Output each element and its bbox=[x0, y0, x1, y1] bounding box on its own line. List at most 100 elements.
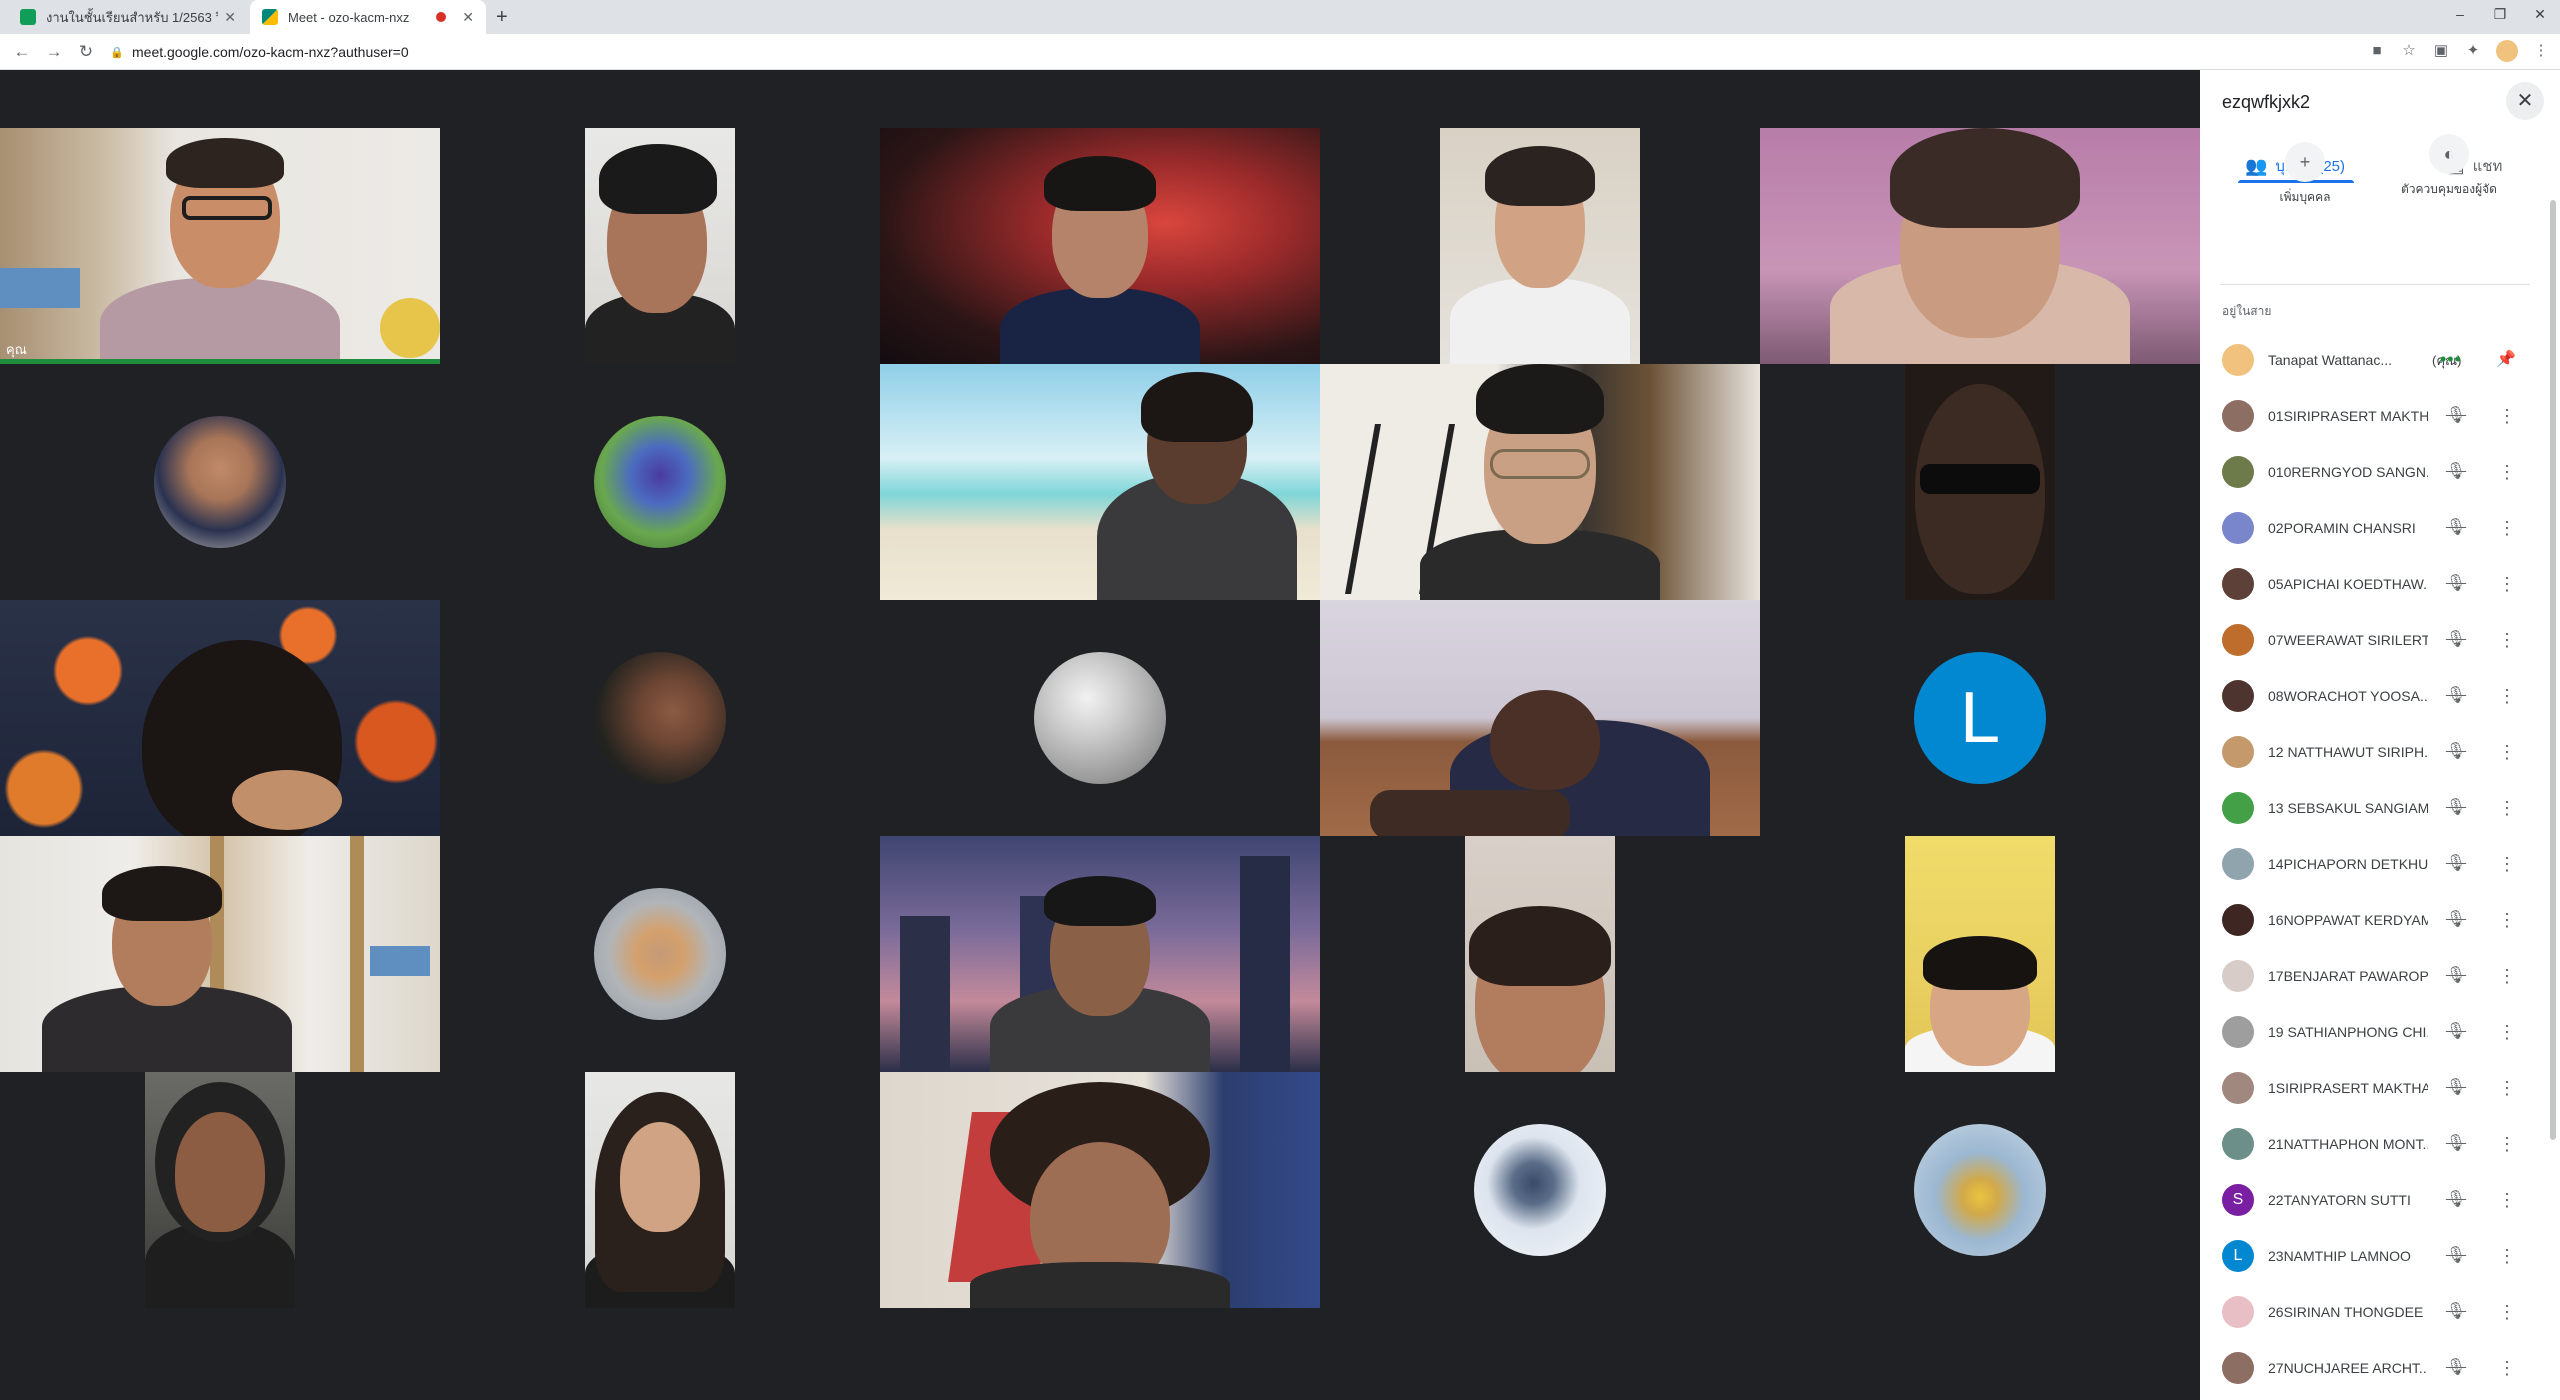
more-options-icon[interactable]: ⋮ bbox=[2496, 1301, 2518, 1323]
more-options-icon[interactable]: ⋮ bbox=[2496, 741, 2518, 763]
mic-muted-icon[interactable]: 🎙 bbox=[2445, 741, 2467, 763]
participant-tile[interactable] bbox=[1320, 1072, 1760, 1308]
mic-muted-icon[interactable]: 🎙 bbox=[2445, 1245, 2467, 1267]
participant-row[interactable]: 08WORACHOT YOOSA... 🎙 ⋮ bbox=[2200, 668, 2540, 724]
url-field[interactable]: 🔒 meet.google.com/ozo-kacm-nxz?authuser=… bbox=[110, 38, 2330, 66]
close-window-button[interactable]: ✕ bbox=[2520, 0, 2560, 28]
tab-close-icon[interactable]: ✕ bbox=[224, 9, 236, 26]
mic-muted-icon[interactable]: 🎙 bbox=[2445, 461, 2467, 483]
more-options-icon[interactable]: ⋮ bbox=[2496, 461, 2518, 483]
participant-tile[interactable] bbox=[1320, 364, 1760, 600]
participant-row[interactable]: 16NOPPAWAT KERDYAM 🎙 ⋮ bbox=[2200, 892, 2540, 948]
mic-muted-icon[interactable]: 🎙 bbox=[2445, 965, 2467, 987]
mic-muted-icon[interactable]: 🎙 bbox=[2445, 629, 2467, 651]
close-panel-button[interactable]: ✕ bbox=[2506, 82, 2544, 120]
extension-icon[interactable]: ▣ bbox=[2432, 40, 2450, 62]
new-tab-button[interactable]: + bbox=[496, 6, 508, 29]
participant-tile[interactable] bbox=[440, 1072, 880, 1308]
more-options-icon[interactable]: ⋮ bbox=[2496, 573, 2518, 595]
more-options-icon[interactable]: ⋮ bbox=[2496, 685, 2518, 707]
participant-tile[interactable] bbox=[440, 600, 880, 836]
participant-tile[interactable] bbox=[1760, 836, 2200, 1072]
participant-tile[interactable] bbox=[440, 836, 880, 1072]
mic-muted-icon[interactable]: 🎙 bbox=[2445, 1189, 2467, 1211]
participant-row[interactable]: 01SIRIPRASERT MAKTH... 🎙 ⋮ bbox=[2200, 388, 2540, 444]
more-options-icon[interactable]: ⋮ bbox=[2496, 1357, 2518, 1379]
participant-tile[interactable] bbox=[880, 364, 1320, 600]
back-icon[interactable]: ← bbox=[10, 40, 34, 64]
bookmark-star-icon[interactable]: ☆ bbox=[2400, 40, 2418, 62]
more-options-icon[interactable]: ⋮ bbox=[2496, 517, 2518, 539]
participant-row[interactable]: 010RERNGYOD SANGN... 🎙 ⋮ bbox=[2200, 444, 2540, 500]
mic-muted-icon[interactable]: 🎙 bbox=[2445, 1133, 2467, 1155]
mic-muted-icon[interactable]: 🎙 bbox=[2445, 685, 2467, 707]
participant-tile[interactable] bbox=[0, 364, 440, 600]
participant-tile[interactable] bbox=[880, 836, 1320, 1072]
browser-tab-classroom[interactable]: งานในชั้นเรียนสำหรับ 1/2563 วิชา 43 ✕ bbox=[8, 0, 248, 34]
participant-tile[interactable] bbox=[0, 600, 440, 836]
participant-row[interactable]: 27NUCHJAREE ARCHT... 🎙 ⋮ bbox=[2200, 1340, 2540, 1396]
participant-tile[interactable] bbox=[440, 128, 880, 364]
pin-icon[interactable]: 📌 bbox=[2496, 349, 2516, 369]
tab-close-icon[interactable]: ✕ bbox=[462, 9, 474, 26]
mic-muted-icon[interactable]: 🎙 bbox=[2445, 405, 2467, 427]
reload-icon[interactable]: ↻ bbox=[74, 40, 98, 64]
more-options-icon[interactable]: ⋮ bbox=[2496, 797, 2518, 819]
participant-row[interactable]: L 23NAMTHIP LAMNOO 🎙 ⋮ bbox=[2200, 1228, 2540, 1284]
mic-muted-icon[interactable]: 🎙 bbox=[2445, 1301, 2467, 1323]
more-options-icon[interactable]: ⋮ bbox=[2496, 1245, 2518, 1267]
participant-tile[interactable] bbox=[880, 600, 1320, 836]
more-options-icon[interactable]: ⋮ bbox=[2496, 965, 2518, 987]
mic-muted-icon[interactable]: 🎙 bbox=[2445, 853, 2467, 875]
more-options-icon[interactable]: ⋮ bbox=[2496, 909, 2518, 931]
camera-icon[interactable]: ■ bbox=[2368, 40, 2386, 62]
participant-tile[interactable] bbox=[1320, 836, 1760, 1072]
participant-tile[interactable] bbox=[440, 364, 880, 600]
mic-muted-icon[interactable]: 🎙 bbox=[2445, 1077, 2467, 1099]
puzzle-icon[interactable]: ✦ bbox=[2464, 40, 2482, 62]
mic-muted-icon[interactable]: 🎙 bbox=[2445, 573, 2467, 595]
more-options-icon[interactable]: ⋮ bbox=[2496, 853, 2518, 875]
forward-icon[interactable]: → bbox=[42, 40, 66, 64]
mic-muted-icon[interactable]: 🎙 bbox=[2445, 1357, 2467, 1379]
participant-row[interactable]: Tanapat Wattanac... (คุณ) ••• 📌 bbox=[2200, 332, 2540, 388]
add-people-button[interactable]: + เพิ่มบุคคล bbox=[2240, 142, 2370, 207]
participant-tile[interactable] bbox=[1320, 600, 1760, 836]
browser-tab-meet[interactable]: Meet - ozo-kacm-nxz ✕ bbox=[250, 0, 486, 34]
minimize-button[interactable]: – bbox=[2440, 0, 2480, 28]
mic-muted-icon[interactable]: 🎙 bbox=[2445, 909, 2467, 931]
participant-row[interactable]: S 22TANYATORN SUTTI 🎙 ⋮ bbox=[2200, 1172, 2540, 1228]
participant-tile[interactable] bbox=[1760, 364, 2200, 600]
participant-row[interactable]: 21NATTHAPHON MONT... 🎙 ⋮ bbox=[2200, 1116, 2540, 1172]
participant-tile[interactable] bbox=[880, 1072, 1320, 1308]
participant-tile[interactable] bbox=[1760, 1072, 2200, 1308]
participant-tile[interactable] bbox=[0, 836, 440, 1072]
more-options-icon[interactable]: ⋮ bbox=[2496, 1077, 2518, 1099]
participant-row[interactable]: 05APICHAI KOEDTHAW... 🎙 ⋮ bbox=[2200, 556, 2540, 612]
participant-tile[interactable]: คุณ bbox=[0, 128, 440, 364]
participant-row[interactable]: 13 SEBSAKUL SANGIAM... 🎙 ⋮ bbox=[2200, 780, 2540, 836]
more-options-icon[interactable]: ⋮ bbox=[2496, 1133, 2518, 1155]
participant-tile[interactable] bbox=[0, 1072, 440, 1308]
restore-button[interactable]: ❐ bbox=[2480, 0, 2520, 28]
participant-row[interactable]: 26SIRINAN THONGDEE 🎙 ⋮ bbox=[2200, 1284, 2540, 1340]
participant-row[interactable]: 12 NATTHAWUT SIRIPH... 🎙 ⋮ bbox=[2200, 724, 2540, 780]
participant-tile[interactable] bbox=[1760, 128, 2200, 364]
participant-row[interactable]: 19 SATHIANPHONG CHI... 🎙 ⋮ bbox=[2200, 1004, 2540, 1060]
participant-row[interactable]: 17BENJARAT PAWAROP... 🎙 ⋮ bbox=[2200, 948, 2540, 1004]
menu-kebab-icon[interactable]: ⋮ bbox=[2532, 40, 2550, 62]
panel-scrollbar[interactable] bbox=[2550, 200, 2556, 1140]
mic-muted-icon[interactable]: 🎙 bbox=[2445, 797, 2467, 819]
participant-row[interactable]: 07WEERAWAT SIRILERT 🎙 ⋮ bbox=[2200, 612, 2540, 668]
more-options-icon[interactable]: ⋮ bbox=[2496, 1021, 2518, 1043]
profile-avatar[interactable] bbox=[2496, 40, 2518, 62]
mic-muted-icon[interactable]: 🎙 bbox=[2445, 1021, 2467, 1043]
participant-row[interactable]: 14PICHAPORN DETKHUT 🎙 ⋮ bbox=[2200, 836, 2540, 892]
participant-tile[interactable]: L bbox=[1760, 600, 2200, 836]
more-options-icon[interactable]: ⋮ bbox=[2496, 629, 2518, 651]
mic-muted-icon[interactable]: 🎙 bbox=[2445, 517, 2467, 539]
host-controls-button[interactable]: ◐ ตัวควบคุมของผู้จัด bbox=[2384, 134, 2514, 199]
more-options-icon[interactable]: ⋮ bbox=[2496, 405, 2518, 427]
participant-tile[interactable] bbox=[1320, 128, 1760, 364]
more-options-icon[interactable]: ⋮ bbox=[2496, 1189, 2518, 1211]
